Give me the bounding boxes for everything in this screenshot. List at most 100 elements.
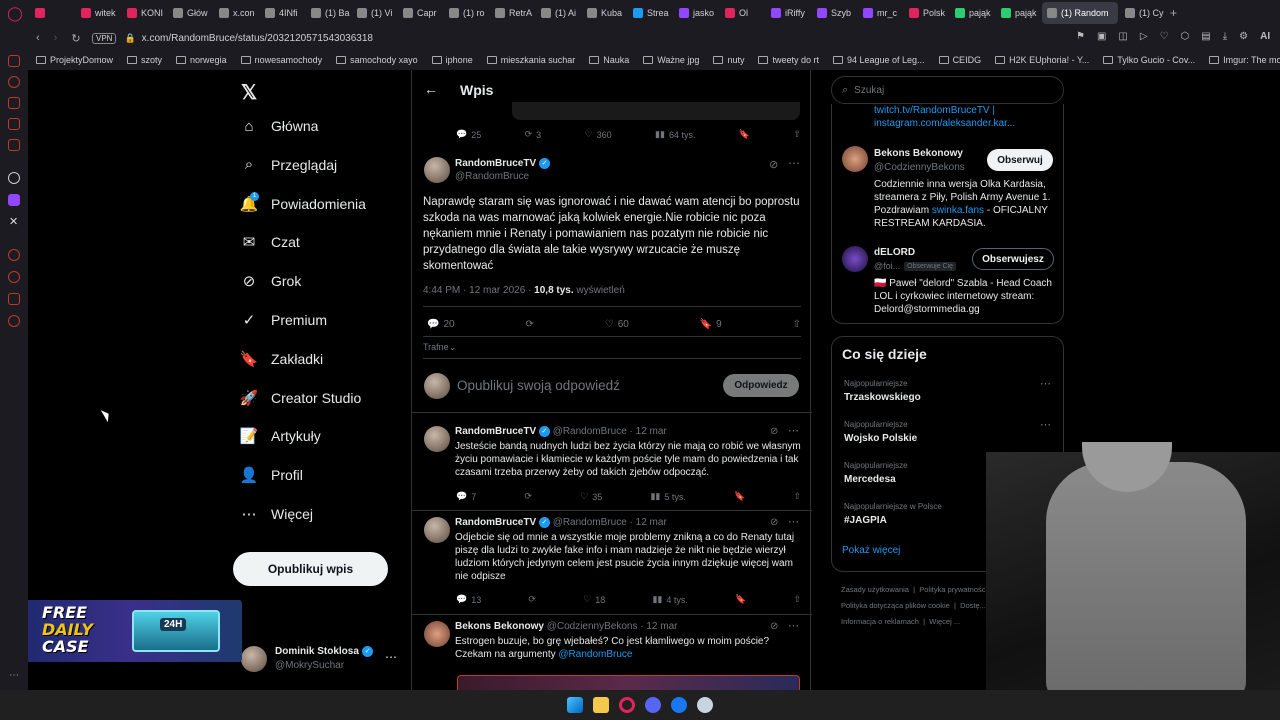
settings-icon[interactable]: ⚙	[1239, 31, 1248, 42]
snapshot-icon[interactable]: ◫	[1118, 31, 1127, 42]
bookmark-action[interactable]: 🔖 9	[700, 319, 722, 330]
bio-link-twitch[interactable]: twitch.tv/RandomBruceTV |	[874, 105, 995, 116]
browser-tab[interactable]: x.con	[214, 2, 258, 24]
bookmark-action[interactable]: 🔖	[734, 491, 745, 502]
trend-more-icon[interactable]: ⋯	[1040, 377, 1051, 390]
reply-action[interactable]: 💬 13	[456, 594, 481, 605]
bookmark-action[interactable]: 🔖	[739, 129, 750, 140]
post-avatar[interactable]	[424, 157, 450, 183]
footer-link[interactable]: Dostę...	[960, 601, 986, 610]
url-bar[interactable]: VPN 🔒 x.com/RandomBruce/status/203212057…	[92, 29, 1072, 47]
bookmark-item[interactable]: Tylko Gucio - Cov...	[1103, 55, 1195, 65]
post-more-icon[interactable]: ⋯	[788, 156, 800, 170]
nav-item[interactable]: 🚀 Creator Studio	[240, 390, 362, 407]
post-time[interactable]: 4:44 PM · 12 mar 2026 ·	[423, 285, 534, 296]
share-action[interactable]: ⇧	[793, 594, 801, 605]
sidebar-history-icon[interactable]	[8, 76, 20, 88]
x-logo-icon[interactable]: 𝕏	[241, 80, 257, 105]
search-input[interactable]: Szukaj	[854, 85, 884, 96]
browser-tab[interactable]: jasko	[674, 2, 718, 24]
bookmark-item[interactable]: H2K EUphoria! - Y...	[995, 55, 1089, 65]
trend-more-icon[interactable]: ⋯	[1040, 418, 1051, 431]
grok-icon[interactable]: ⊘	[769, 158, 778, 171]
browser-tab[interactable]: iRiffy	[766, 2, 810, 24]
sidebar-x-icon[interactable]: ✕	[9, 215, 18, 228]
sidebar-player-icon[interactable]	[8, 249, 20, 261]
trend-item[interactable]: Najpopularniejsze w Polsce #JAGPIA	[844, 502, 942, 526]
download-icon[interactable]: ⤓	[1223, 31, 1227, 42]
browser-tab[interactable]: KONI	[122, 2, 166, 24]
browser-tab[interactable]: mr_c	[858, 2, 902, 24]
bookmark-item[interactable]: tweety do rt	[758, 55, 819, 65]
bookmark-item[interactable]: nuty	[713, 55, 744, 65]
player-icon[interactable]: ▷	[1140, 31, 1148, 42]
account-more-icon[interactable]: ⋯	[385, 650, 397, 664]
suggest-handle[interactable]: @CodziennyBekons	[874, 162, 965, 173]
browser-tab[interactable]: (1) ro	[444, 2, 488, 24]
footer-link[interactable]: Zasady użytkowania	[841, 585, 909, 594]
back-icon[interactable]: ‹	[36, 32, 40, 44]
sidebar-home-icon[interactable]	[8, 55, 20, 67]
footer-link[interactable]: Polityka prywatności	[919, 585, 987, 594]
like-action[interactable]: ♡ 360	[585, 129, 612, 140]
grok-icon[interactable]: ⊘	[770, 621, 778, 632]
reply-author-name[interactable]: RandomBruceTV	[455, 517, 536, 528]
reply-item[interactable]: RandomBruceTV ✓ @RandomBruce · 12 mar ⊘ …	[412, 513, 812, 613]
steam-icon[interactable]	[697, 697, 713, 713]
reply-more-icon[interactable]: ⋯	[788, 619, 799, 632]
bookmark-item[interactable]: CEIDG	[938, 55, 981, 65]
show-more-link[interactable]: Pokaż więcej	[842, 545, 900, 556]
share-action[interactable]: ⇧	[793, 491, 801, 502]
extensions-icon[interactable]: ⬡	[1181, 31, 1190, 42]
sidebar-bag-icon[interactable]	[8, 97, 20, 109]
repost-action[interactable]: ⟳	[525, 319, 533, 330]
sidebar-cube-icon[interactable]	[8, 293, 20, 305]
nav-item[interactable]: ⊘ Grok	[241, 273, 302, 290]
avatar[interactable]	[424, 426, 450, 452]
avatar[interactable]	[424, 621, 450, 647]
like-action[interactable]: ♡ 35	[580, 491, 602, 502]
sidebar-more-icon[interactable]: ⋯	[9, 670, 19, 681]
opera-icon[interactable]	[619, 697, 635, 713]
like-action[interactable]: ♡ 18	[583, 594, 605, 605]
browser-tab[interactable]: witek	[76, 2, 120, 24]
discord-icon[interactable]	[645, 697, 661, 713]
avatar[interactable]	[424, 517, 450, 543]
following-button[interactable]: Obserwujesz	[972, 248, 1054, 270]
repost-action[interactable]: ⟳ 3	[525, 129, 542, 140]
browser-tab[interactable]: (1) Vi	[352, 2, 396, 24]
bookmark-item[interactable]: Imgur: The most a...	[1209, 55, 1280, 65]
nav-item[interactable]: ✓ Premium	[241, 312, 327, 329]
nav-item[interactable]: 🔖 Zakładki	[240, 351, 323, 368]
browser-tab[interactable]: RetrA	[490, 2, 534, 24]
browser-tab[interactable]: Szyb	[812, 2, 856, 24]
grok-icon[interactable]: ⊘	[770, 426, 778, 437]
browser-tab[interactable]: (1) Random	[1042, 2, 1118, 24]
bookmark-item[interactable]: Nauka	[589, 55, 629, 65]
browser-tab[interactable]: 4INfi	[260, 2, 304, 24]
sidebar-clock-icon[interactable]	[8, 271, 20, 283]
bookmark-item[interactable]: norwegia	[176, 55, 227, 65]
nav-item[interactable]: ✉ Czat	[241, 234, 300, 251]
views-action[interactable]: ▮▮ 64 tys.	[655, 129, 695, 140]
back-arrow-icon[interactable]: ←	[424, 81, 438, 97]
file-explorer-icon[interactable]	[593, 697, 609, 713]
browser-tab[interactable]: Kuba	[582, 2, 626, 24]
bookmark-page-icon[interactable]: ⚑	[1076, 31, 1085, 42]
browser-tab[interactable]: (1) Ai	[536, 2, 580, 24]
reload-icon[interactable]: ↻	[71, 32, 80, 45]
suggest-handle[interactable]: @foi...	[874, 261, 900, 271]
bio-link-instagram[interactable]: instagram.com/aleksander.kar...	[874, 118, 1015, 129]
avatar[interactable]	[842, 146, 868, 172]
trend-item[interactable]: Najpopularniejsze Trzaskowskiego	[844, 379, 921, 403]
bookmark-item[interactable]: samochody xayo	[336, 55, 418, 65]
mention-link[interactable]: @RandomBruce	[558, 649, 632, 660]
views-action[interactable]: ▮▮ 4 tys.	[652, 594, 687, 605]
reply-item[interactable]: RandomBruceTV ✓ @RandomBruce · 12 mar ⊘ …	[412, 420, 812, 512]
browser-logo-icon[interactable]: ◯	[4, 2, 26, 24]
url-text[interactable]: x.com/RandomBruce/status/203212057154303…	[142, 33, 373, 44]
sidebar-openai-icon[interactable]	[8, 172, 20, 184]
reply-more-icon[interactable]: ⋯	[788, 515, 799, 528]
avatar[interactable]	[842, 246, 868, 272]
heart-icon[interactable]: ♡	[1160, 31, 1169, 42]
